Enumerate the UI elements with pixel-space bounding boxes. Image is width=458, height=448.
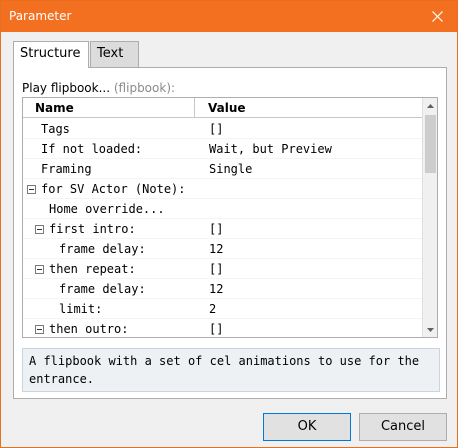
grid-row-name: for SV Actor (Note): xyxy=(23,179,195,199)
grid-row[interactable]: frame delay: 12 xyxy=(23,239,423,259)
close-icon xyxy=(431,11,443,22)
grid-row-label: limit: xyxy=(59,302,103,316)
grid-row-value[interactable]: [] xyxy=(209,319,421,337)
vertical-scrollbar[interactable] xyxy=(422,98,437,337)
grid-row[interactable]: Framing Single xyxy=(23,159,423,179)
tab-text[interactable]: Text xyxy=(90,41,139,67)
grid-row-label: for SV Actor (Note): xyxy=(41,182,186,196)
parameter-grid: Name Value Tags [] If not loaded: Wait, but… xyxy=(22,97,438,338)
parameter-dialog: Parameter Structure Text Play flipbook..… xyxy=(0,0,458,448)
grid-row-value[interactable]: [] xyxy=(209,259,421,279)
section-id: (flipbook): xyxy=(113,81,176,95)
description-box: A flipbook with a set of cel animations … xyxy=(22,348,440,392)
grid-row[interactable]: then outro: [] xyxy=(23,319,423,337)
title-bar: Parameter xyxy=(1,1,457,32)
grid-row-value[interactable]: 2 xyxy=(209,299,421,319)
collapse-icon[interactable] xyxy=(35,325,44,334)
grid-row-name: then outro: xyxy=(23,319,195,337)
window-title: Parameter xyxy=(9,9,72,23)
grid-row-label: then outro: xyxy=(49,322,129,336)
grid-row-label: Tags xyxy=(41,122,70,136)
section-title: Play flipbook... xyxy=(22,81,111,95)
grid-row-name: Framing xyxy=(23,159,195,179)
column-header-value[interactable]: Value xyxy=(196,98,423,118)
grid-row-value[interactable]: [] xyxy=(209,219,421,239)
close-button[interactable] xyxy=(417,1,457,32)
grid-row-label: then repeat: xyxy=(49,262,136,276)
grid-row-label: frame delay: xyxy=(59,242,146,256)
grid-row[interactable]: limit: 2 xyxy=(23,299,423,319)
column-header-name[interactable]: Name xyxy=(23,98,195,118)
section-label: Play flipbook... (flipbook): xyxy=(22,81,175,95)
scrollbar-thumb[interactable] xyxy=(425,115,436,173)
collapse-icon[interactable] xyxy=(35,265,44,274)
grid-row-label: first intro: xyxy=(49,222,136,236)
grid-row-label: Framing xyxy=(41,162,92,176)
grid-row[interactable]: Home override... xyxy=(23,199,423,219)
grid-row-label: frame delay: xyxy=(59,282,146,296)
grid-row[interactable]: for SV Actor (Note): xyxy=(23,179,423,199)
grid-row-name: Home override... xyxy=(23,199,195,219)
grid-row[interactable]: first intro: [] xyxy=(23,219,423,239)
grid-row-name: Tags xyxy=(23,119,195,139)
ok-button[interactable]: OK xyxy=(263,413,351,441)
grid-row[interactable]: then repeat: [] xyxy=(23,259,423,279)
cancel-button[interactable]: Cancel xyxy=(359,413,447,441)
scroll-down-arrow-icon xyxy=(427,327,434,332)
grid-row-name: limit: xyxy=(23,299,195,319)
grid-row-name: then repeat: xyxy=(23,259,195,279)
grid-row-name: frame delay: xyxy=(23,239,195,259)
grid-row-name: frame delay: xyxy=(23,279,195,299)
structure-panel: Play flipbook... (flipbook): Name Value … xyxy=(13,67,447,399)
grid-row-name: If not loaded: xyxy=(23,139,195,159)
grid-row[interactable]: frame delay: 12 xyxy=(23,279,423,299)
grid-row-value[interactable]: 12 xyxy=(209,279,421,299)
grid-row-value[interactable]: 12 xyxy=(209,239,421,259)
tab-structure[interactable]: Structure xyxy=(13,41,89,68)
grid-row-value[interactable]: Wait, but Preview xyxy=(209,139,421,159)
grid-row-label: If not loaded: xyxy=(41,142,143,156)
scroll-up-arrow-icon xyxy=(427,103,434,108)
grid-row-value[interactable]: Single xyxy=(209,159,421,179)
grid-row-name: first intro: xyxy=(23,219,195,239)
grid-rows: Tags[] If not loaded: Wait, but Preview Fra… xyxy=(23,119,423,337)
collapse-icon[interactable] xyxy=(35,225,44,234)
scroll-up-button[interactable] xyxy=(423,98,437,113)
grid-row[interactable]: Tags [] xyxy=(23,119,423,139)
collapse-icon[interactable] xyxy=(27,185,36,194)
grid-row-value[interactable]: [] xyxy=(209,119,421,139)
grid-row-label: Home override... xyxy=(49,202,165,216)
grid-row[interactable]: If not loaded: Wait, but Preview xyxy=(23,139,423,159)
scroll-down-button[interactable] xyxy=(423,322,437,337)
grid-header: Name Value xyxy=(23,98,423,118)
